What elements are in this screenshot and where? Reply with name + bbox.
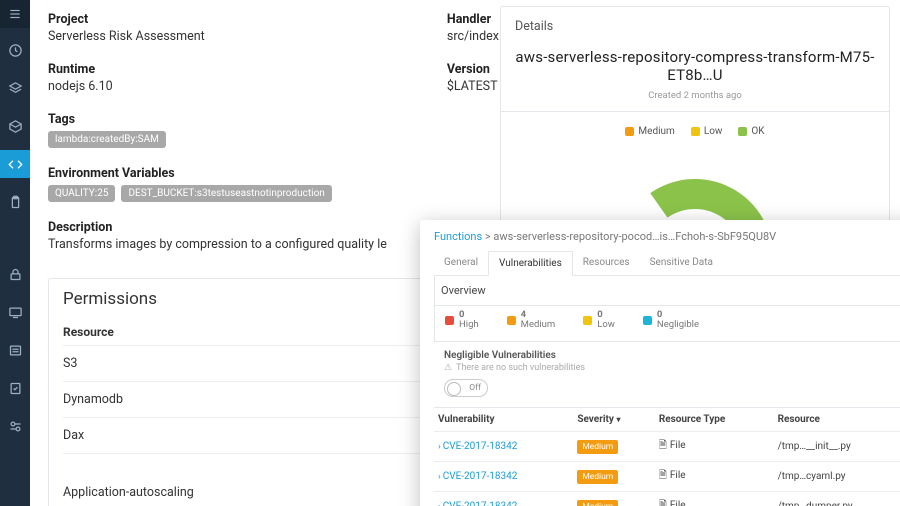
vulnerabilities-table: Vulnerability Severity ▾ Resource Type R… — [434, 407, 900, 506]
project-label: Project — [48, 12, 387, 27]
tab-vulnerabilities[interactable]: Vulnerabilities — [488, 251, 573, 276]
details-function-name: aws-serverless-repository-compress-trans… — [515, 48, 875, 84]
nav-lock[interactable] — [0, 260, 30, 288]
col-resource[interactable]: Resource — [774, 407, 900, 431]
nav-box[interactable] — [0, 112, 30, 140]
overview-counts: 0High 4Medium 0Low 0Negligible — [434, 305, 900, 342]
legend-low: Low — [704, 126, 723, 137]
cve-link[interactable]: CVE-2017-18342 — [443, 441, 518, 452]
env-pill: QUALITY:25 — [48, 185, 115, 202]
vulnerabilities-panel: Functions > aws-serverless-repository-po… — [420, 220, 900, 506]
legend-medium: Medium — [638, 126, 674, 137]
details-created: Created 2 months ago — [515, 90, 875, 101]
nav-review[interactable] — [0, 374, 30, 402]
legend-ok: OK — [751, 126, 764, 137]
env-label: Environment Variables — [48, 166, 387, 181]
runtime-value: nodejs 6.10 — [48, 79, 387, 94]
sidebar — [0, 0, 30, 506]
severity-badge: Medium — [577, 470, 618, 484]
nav-layers[interactable] — [0, 74, 30, 102]
neg-title: Negligible Vulnerabilities — [444, 350, 896, 361]
file-icon: 🗎 — [659, 470, 667, 481]
breadcrumb-root[interactable]: Functions — [434, 230, 482, 243]
neg-subtitle: There are no such vulnerabilities — [456, 363, 585, 373]
nav-clipboard[interactable] — [0, 188, 30, 216]
main-content: Project Serverless Risk Assessment Runti… — [30, 0, 900, 506]
table-row: ›CVE-2017-18342Medium🗎File/tmp…dumper.py — [434, 491, 900, 506]
tags-label: Tags — [48, 112, 387, 127]
resource-path: /tmp…cyaml.py — [774, 461, 900, 491]
perm-resource: S3 — [63, 356, 472, 371]
col-vulnerability[interactable]: Vulnerability — [434, 407, 573, 431]
breadcrumb: Functions > aws-serverless-repository-po… — [434, 230, 900, 243]
severity-badge: Medium — [577, 440, 618, 454]
nav-list[interactable] — [0, 336, 30, 364]
expand-icon[interactable]: › — [438, 472, 441, 482]
col-resource-type[interactable]: Resource Type — [655, 407, 774, 431]
nav-settings[interactable] — [0, 412, 30, 440]
nav-dashboard[interactable] — [0, 36, 30, 64]
tab-resources[interactable]: Resources — [573, 251, 640, 275]
perm-resource: Application-autoscaling — [63, 485, 446, 500]
resource-path: /tmp…dumper.py — [774, 491, 900, 506]
chart-legend: Medium Low OK — [515, 126, 875, 137]
breadcrumb-item: aws-serverless-repository-pocod…is…Fchoh… — [493, 230, 776, 243]
file-icon: 🗎 — [659, 440, 667, 451]
runtime-label: Runtime — [48, 62, 387, 77]
expand-icon[interactable]: › — [438, 502, 441, 506]
perm-resource: Dax — [63, 428, 472, 443]
warning-icon: ⚠ — [444, 363, 452, 373]
details-header: Details — [515, 19, 875, 34]
table-row: ›CVE-2017-18342Medium🗎File/tmp…cyaml.py — [434, 461, 900, 491]
tab-general[interactable]: General — [434, 251, 488, 275]
cve-link[interactable]: CVE-2017-18342 — [443, 501, 518, 506]
tag-pill: lambda:createdBy:SAM — [48, 131, 166, 148]
neg-toggle[interactable]: Off — [444, 379, 488, 397]
col-severity[interactable]: Severity ▾ — [573, 407, 655, 431]
sort-caret-icon: ▾ — [616, 415, 620, 424]
nav-monitor[interactable] — [0, 298, 30, 326]
tab-sensitive-data[interactable]: Sensitive Data — [640, 251, 723, 275]
overview-header: Overview — [434, 276, 900, 305]
cve-link[interactable]: CVE-2017-18342 — [443, 471, 518, 482]
project-value: Serverless Risk Assessment — [48, 29, 387, 44]
resource-path: /tmp…__init__.py — [774, 431, 900, 461]
expand-icon[interactable]: › — [438, 442, 441, 452]
desc-label: Description — [48, 220, 387, 235]
desc-value: Transforms images by compression to a co… — [48, 237, 387, 252]
menu-toggle[interactable] — [0, 0, 30, 28]
env-pill: DEST_BUCKET:s3testuseastnotinproduction — [121, 185, 331, 202]
table-row: ›CVE-2017-18342Medium🗎File/tmp…__init__.… — [434, 431, 900, 461]
file-icon: 🗎 — [659, 500, 667, 506]
tabs: General Vulnerabilities Resources Sensit… — [434, 251, 900, 276]
severity-badge: Medium — [577, 500, 618, 506]
nav-code[interactable] — [0, 150, 30, 178]
perm-col-resource: Resource — [63, 325, 445, 339]
